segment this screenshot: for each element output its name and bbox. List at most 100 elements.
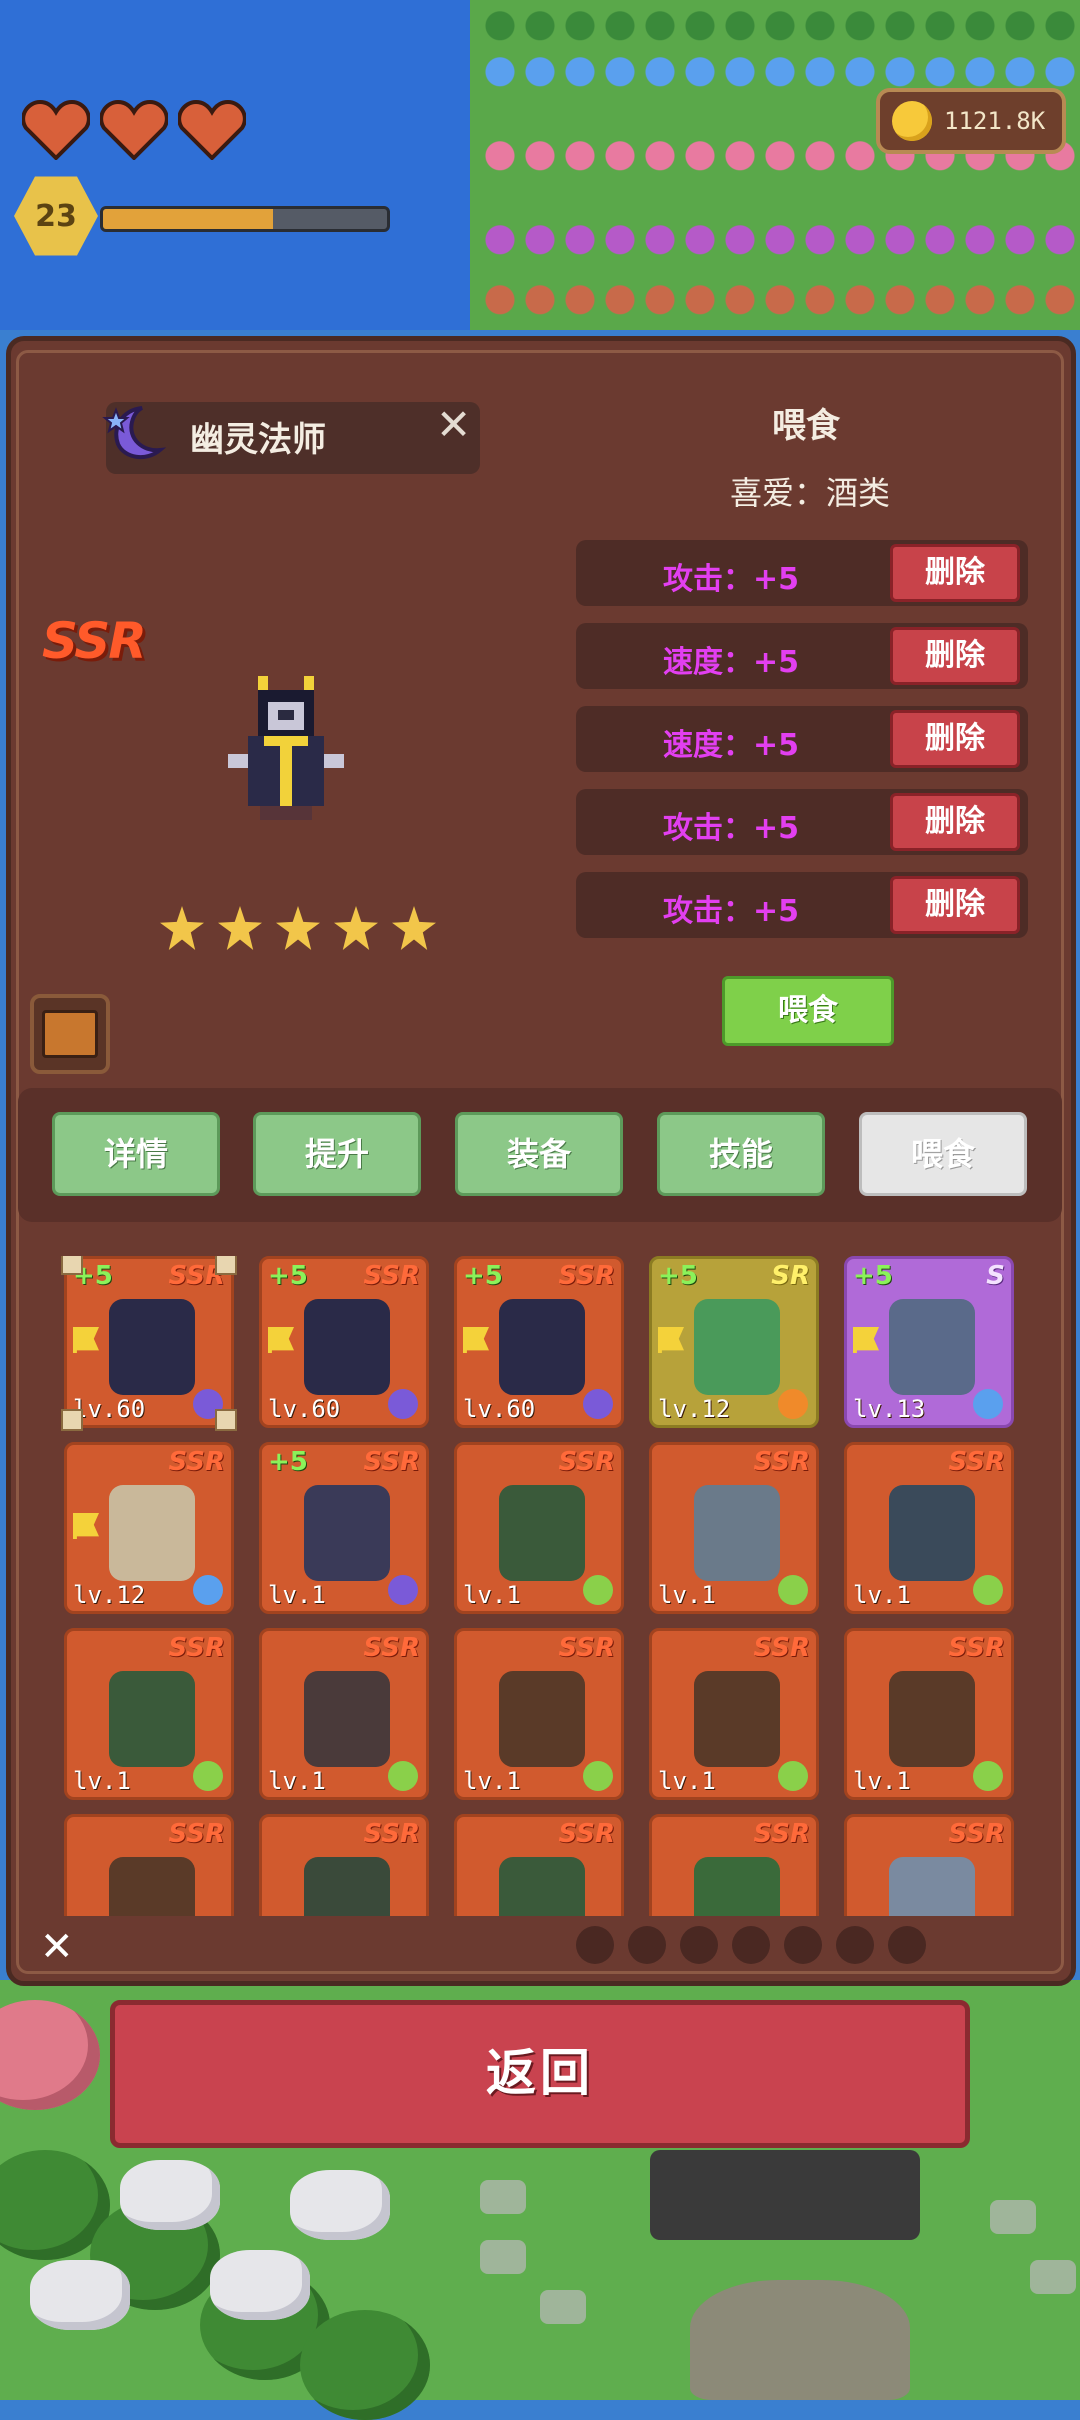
water-icon[interactable] [680,1926,718,1964]
feed-stat-row: 攻击：+5 删除 [576,872,1028,938]
unit-card[interactable]: SSR lv.1 [649,1628,819,1800]
moon-element-icon [102,406,166,460]
close-icon[interactable]: ✕ [436,400,471,449]
star-icon [276,906,320,950]
selection-corner [215,1256,237,1275]
unit-card[interactable]: SSR +5 lv.60 [61,1256,237,1431]
star-icon [160,906,204,950]
unit-sprite [109,1671,195,1767]
unit-card[interactable]: SSR [64,1814,234,1916]
flame-icon[interactable] [784,1926,822,1964]
back-button[interactable]: 返回 [110,2000,970,2148]
book-button[interactable] [30,994,110,1074]
unit-card[interactable]: SSR lv.1 [844,1628,1014,1800]
unit-card[interactable]: SSR [454,1814,624,1916]
unit-card[interactable]: SSR lv.12 [64,1442,234,1614]
selection-corner [61,1409,83,1431]
feed-button[interactable]: 喂食 [722,976,894,1046]
card-level: lv.60 [73,1395,146,1423]
card-rarity: SSR [753,1633,810,1663]
unit-card[interactable]: SSR lv.1 [844,1442,1014,1614]
unit-sprite [109,1857,195,1916]
card-rarity: SSR [753,1447,810,1477]
rock-golem[interactable] [690,2280,910,2400]
unit-card[interactable]: SSR lv.1 [259,1628,429,1800]
card-level: lv.13 [853,1395,926,1423]
unit-sprite [889,1299,975,1395]
shield-icon[interactable] [732,1926,770,1964]
unit-card[interactable]: SSR +5 lv.60 [259,1256,429,1428]
leaf-icon [583,1761,613,1791]
sun-icon [778,1389,808,1419]
star-icon [218,906,262,950]
selection-corner [61,1256,83,1275]
unit-card[interactable]: S +5 lv.13 [844,1256,1014,1428]
star-icon [334,906,378,950]
unit-sprite [694,1671,780,1767]
star-icon [392,906,436,950]
book-icon [42,1010,98,1058]
unit-card[interactable]: SR +5 lv.12 [649,1256,819,1428]
xp-fill [103,209,274,229]
delete-button[interactable]: 删除 [890,710,1020,768]
delete-button[interactable]: 删除 [890,793,1020,851]
card-level: lv.1 [268,1767,326,1795]
moon-icon[interactable] [888,1926,926,1964]
heart-icon [22,100,90,160]
leaf-icon [388,1761,418,1791]
unit-card[interactable]: SSR lv.1 [454,1442,624,1614]
flag-icon [73,1327,99,1353]
tab-details[interactable]: 详情 [52,1112,220,1196]
unit-card[interactable]: SSR [259,1814,429,1916]
tab-skills[interactable]: 技能 [657,1112,825,1196]
coin-counter[interactable]: 1121.8K [876,88,1066,154]
purple-flower-row [480,220,1080,264]
card-rarity: SSR [948,1447,1005,1477]
card-rarity: SSR [558,1819,615,1849]
card-rarity: SSR [168,1633,225,1663]
path-stone [480,2240,526,2274]
fire-icon[interactable] [576,1926,614,1964]
water-icon [973,1389,1003,1419]
unit-grid: SSR +5 lv.60 SSR +5 lv.60 SSR +5 lv.60 SR +5 lv.12 S… [40,1256,1040,1916]
unit-sprite [499,1671,585,1767]
unit-card[interactable]: SSR +5 lv.60 [454,1256,624,1428]
heart-icon [178,100,246,160]
card-rarity: SSR [363,1261,420,1291]
sheep [290,2170,390,2240]
unit-sprite [304,1671,390,1767]
card-level: lv.60 [268,1395,341,1423]
sheep [210,2250,310,2320]
character-name: 幽灵法师 [190,420,326,460]
heart-icon [100,100,168,160]
card-level: lv.1 [463,1767,521,1795]
feed-stat-label: 攻击：+5 [662,811,799,846]
gear-icon[interactable] [836,1926,874,1964]
close-icon[interactable]: ✕ [40,1924,74,1970]
water-background [0,0,470,330]
player-level: 23 [35,198,77,234]
delete-button[interactable]: 删除 [890,876,1020,934]
tab-feed[interactable]: 喂食 [859,1112,1027,1196]
unit-sprite [109,1299,195,1395]
delete-button[interactable]: 删除 [890,627,1020,685]
tab-upgrade[interactable]: 提升 [253,1112,421,1196]
tab-equipment[interactable]: 装备 [455,1112,623,1196]
unit-card[interactable]: SSR +5 lv.1 [259,1442,429,1614]
unit-card[interactable]: SSR lv.1 [649,1442,819,1614]
feed-stat-row: 速度：+5 删除 [576,706,1028,772]
unit-card[interactable]: SSR [649,1814,819,1916]
unit-card[interactable]: SSR lv.1 [454,1628,624,1800]
unit-card[interactable]: SSR [844,1814,1014,1916]
card-level: lv.1 [658,1767,716,1795]
leaf-icon[interactable] [628,1926,666,1964]
unit-card[interactable]: SSR lv.1 [64,1628,234,1800]
card-level: lv.60 [463,1395,536,1423]
unit-sprite [499,1299,585,1395]
card-level: lv.12 [658,1395,731,1423]
moon-icon [388,1575,418,1605]
delete-button[interactable]: 删除 [890,544,1020,602]
favorite-food: 喜爱：酒类 [729,474,890,512]
card-bonus: +5 [463,1261,503,1291]
building-roof[interactable] [650,2150,920,2240]
